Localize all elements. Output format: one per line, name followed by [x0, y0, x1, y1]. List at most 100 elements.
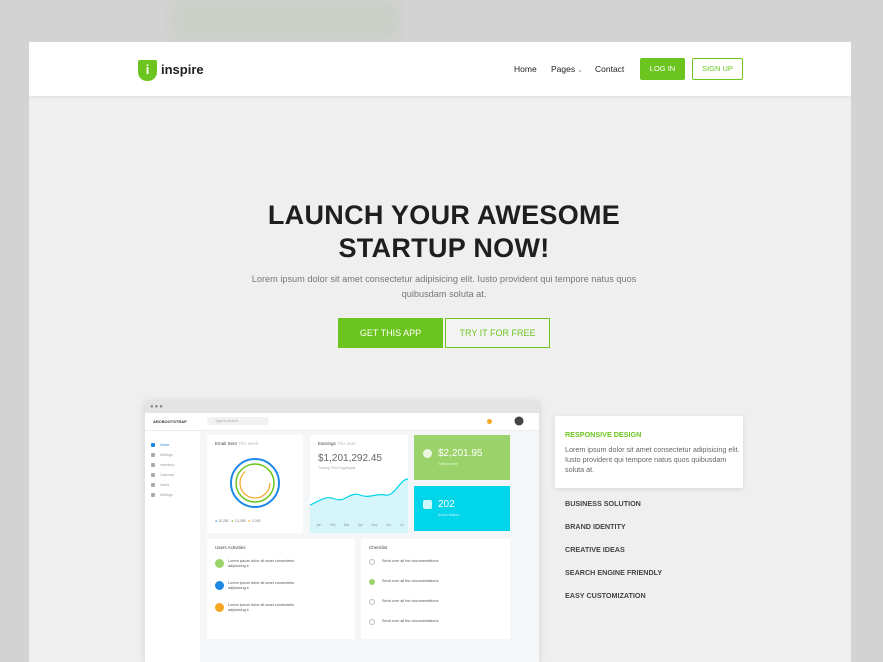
mock-side-label: Inventory	[160, 463, 175, 467]
checkbox-icon	[369, 559, 375, 565]
income-label: Total income	[438, 462, 458, 466]
activity-text: Lorem ipsum dolor sit amet consectetur a…	[228, 559, 295, 568]
legend-dot-icon: ★	[230, 519, 234, 523]
mock-side-item: Inventory	[151, 463, 175, 468]
checkbox-checked-icon	[369, 579, 375, 585]
hero-title: LAUNCH YOUR AWESOME STARTUP NOW!	[29, 199, 851, 265]
mock-side-label: Home	[160, 443, 170, 447]
feature-item[interactable]: BRAND IDENTITY	[565, 522, 626, 531]
hero-subtitle: Lorem ipsum dolor sit amet consectetur a…	[251, 274, 637, 299]
earnings-value: $1,201,292.45	[318, 453, 382, 464]
window-dots-icon: ●●●	[150, 404, 164, 410]
month-label: Apr	[357, 523, 364, 527]
box-icon	[151, 463, 155, 468]
email-legend-value: 10,282	[218, 519, 229, 523]
nav-home[interactable]: Home	[514, 64, 537, 74]
month-label: Jul	[399, 523, 404, 527]
email-legend-value: 12,085	[234, 519, 246, 523]
month-label: Feb	[329, 523, 336, 527]
checklist-item: Send over all the documentations	[369, 599, 438, 605]
feature-card-active[interactable]: RESPONSIVE DESIGN Lorem ipsum dolor sit …	[555, 416, 743, 488]
dollar-icon	[423, 449, 432, 458]
month-label: Mar	[343, 523, 350, 527]
gear-icon	[151, 493, 155, 498]
activity-item: Lorem ipsum dolor sit amet consectetur a…	[215, 559, 298, 569]
nav-contact[interactable]: Contact	[595, 64, 624, 74]
mockup-sidebar: Home Settings Inventory Calendar Users S…	[145, 431, 200, 662]
feature-item[interactable]: BUSINESS SOLUTION	[565, 499, 641, 508]
calendar-icon	[151, 473, 155, 478]
browser-bar: ●●●	[145, 400, 539, 413]
chevron-down-icon: ⌄	[577, 67, 583, 74]
activities-card: Users Activities Lorem ipsum dolor sit a…	[207, 539, 355, 639]
legend-dot-icon: ★	[247, 519, 251, 523]
nav-pages-label: Pages	[551, 64, 576, 74]
mock-side-item: Settings	[151, 453, 173, 458]
month-label: Jun	[386, 523, 392, 527]
activity-avatar	[215, 603, 224, 612]
avatar	[514, 416, 524, 426]
signup-button[interactable]: SIGN UP	[692, 58, 743, 80]
mock-side-item: Calendar	[151, 473, 175, 478]
checklist-title: Checklist	[369, 545, 388, 550]
users-icon	[151, 483, 155, 488]
feature-item[interactable]: CREATIVE IDEAS	[565, 545, 625, 554]
gear-icon	[151, 453, 155, 458]
legend-dot-icon: ●	[215, 519, 218, 523]
checklist-text: Send over all the documentations	[382, 559, 439, 563]
activity-item: Lorem ipsum dolor sit amet consectetur a…	[215, 603, 298, 613]
feature-item[interactable]: SEARCH ENGINE FRIENDLY	[565, 568, 662, 577]
earnings-tag: This year	[336, 441, 356, 446]
income-value: $2,201.95	[438, 448, 483, 459]
logo-icon[interactable]: i	[138, 60, 157, 81]
email-title: Email Sent	[215, 441, 237, 446]
email-legend-value: 2,093	[251, 519, 261, 523]
activity-avatar	[215, 559, 224, 568]
feature-text: Lorem ipsum dolor sit amet consectetur a…	[565, 445, 740, 474]
activity-avatar	[215, 581, 224, 590]
background-blur	[170, 0, 400, 40]
mock-side-item: Users	[151, 483, 170, 488]
income-tile: $2,201.95 Total income	[414, 435, 510, 480]
feature-title: RESPONSIVE DESIGN	[565, 430, 642, 439]
checklist-item: Send over all the documentations	[369, 579, 439, 585]
activities-title: Users Activities	[215, 545, 246, 550]
mock-side-item: Home	[151, 443, 170, 448]
login-button[interactable]: LOG IN	[640, 58, 685, 80]
month-label: May	[371, 523, 378, 527]
try-free-button[interactable]: TRY IT FOR FREE	[445, 318, 550, 348]
mockup-brand: ARCBOOTSTRAP	[153, 419, 187, 424]
mockup-topbar: ARCBOOTSTRAP Type to search	[145, 413, 539, 431]
checklist-item: Send over all the documentations	[369, 559, 439, 565]
checklist-text: Send over all the documentations	[382, 619, 439, 623]
mockup-search: Type to search	[207, 417, 269, 425]
get-app-button[interactable]: GET THIS APP	[338, 318, 443, 348]
earnings-card-title: Earnings This year	[318, 441, 355, 446]
dashboard-mockup: ●●● ARCBOOTSTRAP Type to search Home Set…	[145, 400, 539, 662]
mock-side-label: Calendar	[160, 473, 175, 477]
activity-text: Lorem ipsum dolor sit amet consectetur a…	[228, 603, 295, 612]
earnings-months: Jan Feb Mar Apr May Jun Jul	[316, 523, 404, 527]
email-card-title: Email Sent This week	[215, 441, 258, 446]
mockup-main: Email Sent This week ● 10,282 ★ 12,085 ★…	[200, 431, 539, 662]
brand-name[interactable]: inspire	[161, 62, 204, 77]
feature-item[interactable]: EASY CUSTOMIZATION	[565, 591, 646, 600]
notification-icon	[487, 419, 492, 424]
users-icon	[423, 500, 432, 509]
month-label: Jan	[316, 523, 322, 527]
activity-item: Lorem ipsum dolor sit amet consectetur a…	[215, 581, 298, 591]
nav-pages[interactable]: Pages ⌄	[551, 64, 583, 74]
checklist-text: Send over all the documentations	[382, 579, 439, 583]
hero-title-line2: STARTUP NOW!	[338, 233, 550, 263]
checklist-card: Checklist Send over all the documentatio…	[361, 539, 510, 639]
email-donut-chart	[230, 458, 280, 508]
email-sent-card: Email Sent This week ● 10,282 ★ 12,085 ★…	[207, 435, 303, 533]
checkbox-icon	[369, 619, 375, 625]
visitors-label: Active visitors	[438, 513, 460, 517]
visitors-tile: 202 Active visitors	[414, 486, 510, 531]
email-tag: This week	[237, 441, 259, 446]
mock-side-label: Users	[160, 483, 170, 487]
checkbox-icon	[369, 599, 375, 605]
mock-side-item: Settings	[151, 493, 173, 498]
mock-side-label: Settings	[160, 453, 173, 457]
